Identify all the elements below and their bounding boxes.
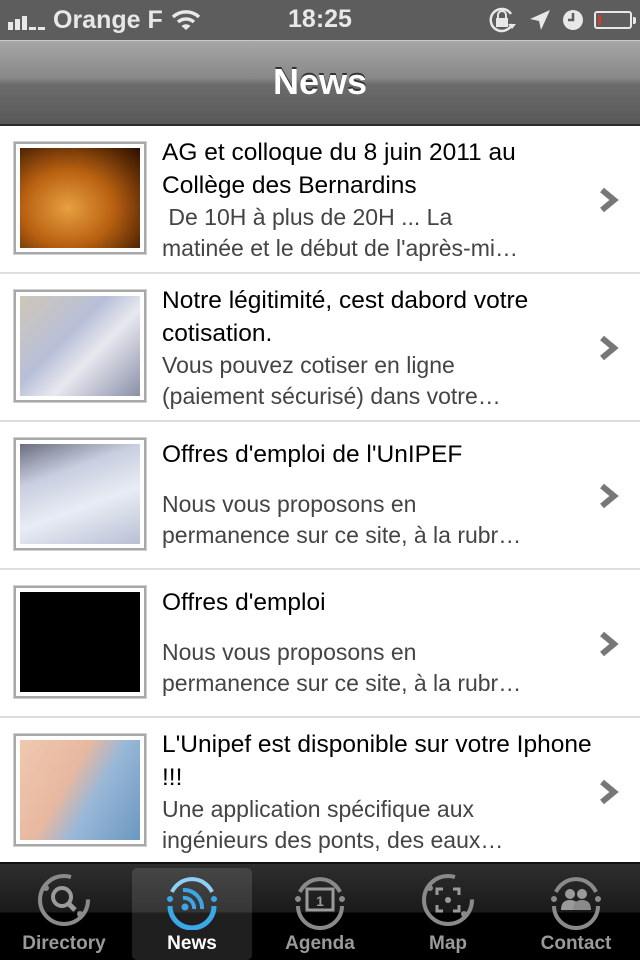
news-item[interactable]: Notre légitimité, cest dabord votre coti… xyxy=(0,274,640,422)
chevron-right-icon xyxy=(600,187,619,213)
news-title: L'Unipef est disponible sur votre Iphone… xyxy=(162,731,592,791)
news-thumbnail xyxy=(14,586,146,698)
tab-directory[interactable]: Directory xyxy=(4,868,124,960)
tab-bar: Directory News 1 Agenda Map Contact xyxy=(0,862,640,960)
news-description-line: permanence sur ce site, à la rubr… xyxy=(162,670,522,696)
status-bar: Orange F 18:25 xyxy=(0,0,640,40)
news-title: Notre légitimité, cest dabord votre coti… xyxy=(162,287,529,347)
news-thumbnail xyxy=(14,290,146,402)
navigation-bar: News xyxy=(0,40,640,126)
tab-label: News xyxy=(167,933,217,954)
chevron-right-icon xyxy=(600,631,619,657)
black-placeholder xyxy=(20,592,140,692)
news-item[interactable]: Offres d'emploi Nous vous proposons en p… xyxy=(0,570,640,718)
tab-map[interactable]: Map xyxy=(388,868,508,960)
news-description-line: permanence sur ce site, à la rubr… xyxy=(162,522,522,548)
contact-people-icon xyxy=(551,877,601,930)
tab-label: Contact xyxy=(540,933,612,954)
news-description-line: De 10H à plus de 20H ... La xyxy=(162,204,453,230)
news-title: Offres d'emploi xyxy=(162,589,326,616)
directory-search-icon xyxy=(38,874,90,926)
tab-agenda[interactable]: 1 Agenda xyxy=(260,868,380,960)
page-title: News xyxy=(272,61,368,102)
tab-label: Agenda xyxy=(285,933,355,954)
svg-text:1: 1 xyxy=(316,893,324,909)
news-description-line: Une application spécifique aux xyxy=(162,796,474,822)
news-item[interactable]: L'Unipef est disponible sur votre Iphone… xyxy=(0,718,640,862)
news-description-line: Vous pouvez cotiser en ligne xyxy=(162,352,455,378)
news-thumbnail xyxy=(14,142,146,254)
news-title: Offres d'emploi de l'UnIPEF xyxy=(162,441,463,468)
agenda-calendar-icon: 1 xyxy=(295,877,345,930)
alarm-icon xyxy=(563,10,583,30)
news-description-line: ingénieurs des ponts, des eaux… xyxy=(162,827,504,853)
news-item[interactable]: AG et colloque du 8 juin 2011 au Collège… xyxy=(0,126,640,274)
tab-contact[interactable]: Contact xyxy=(516,868,636,960)
news-thumbnail xyxy=(14,734,146,846)
news-item[interactable]: Offres d'emploi de l'UnIPEF Nous vous pr… xyxy=(0,422,640,570)
news-list[interactable]: AG et colloque du 8 juin 2011 au Collège… xyxy=(0,126,640,862)
rotation-lock-icon xyxy=(489,7,516,33)
battery-icon xyxy=(594,11,636,29)
tab-label: Directory xyxy=(22,933,106,954)
news-description-line: Nous vous proposons en xyxy=(162,491,417,517)
location-icon xyxy=(530,10,550,30)
chevron-right-icon xyxy=(600,779,619,805)
hand-holding-iphone-photo xyxy=(20,740,140,840)
college-bernardins-photo xyxy=(20,148,140,248)
news-description-line: (paiement sécurisé) dans votre… xyxy=(162,383,501,409)
news-description-line: matinée et le début de l'après-mi… xyxy=(162,235,518,261)
news-thumbnail xyxy=(14,438,146,550)
map-target-icon xyxy=(422,874,474,926)
news-title: AG et colloque du 8 juin 2011 au Collège… xyxy=(162,139,516,199)
euro-banknotes-photo xyxy=(20,296,140,396)
chevron-right-icon xyxy=(600,483,619,509)
tab-label: Map xyxy=(429,933,467,954)
news-description-line: Nous vous proposons en xyxy=(162,639,417,665)
tab-news[interactable]: News xyxy=(132,868,252,960)
battery-level xyxy=(598,15,601,25)
pen-document-photo xyxy=(20,444,140,544)
chevron-right-icon xyxy=(600,335,619,361)
news-rss-icon xyxy=(167,877,217,930)
